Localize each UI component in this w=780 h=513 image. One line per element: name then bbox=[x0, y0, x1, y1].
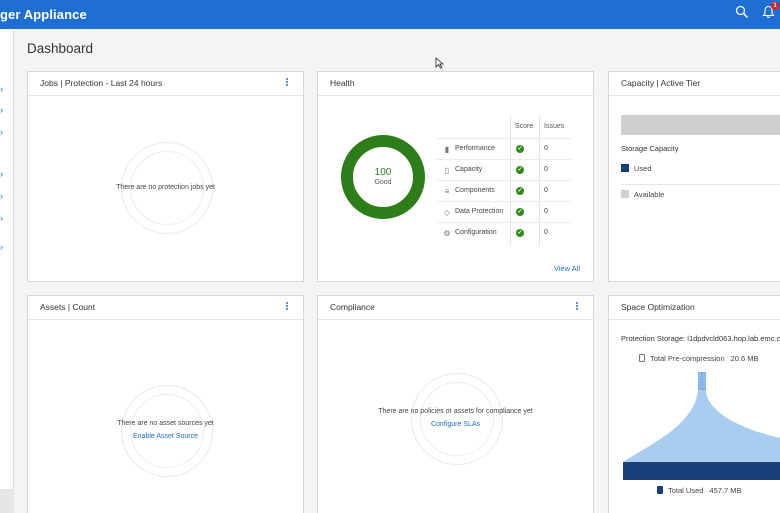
capacity-bar bbox=[621, 115, 780, 135]
compliance-card: Compliance There are no policies or asse… bbox=[317, 295, 594, 513]
card-title: Compliance bbox=[330, 302, 375, 312]
protection-storage-label: Protection Storage: l1dpdvcld063.hop.lab… bbox=[621, 334, 780, 343]
legend-swatch bbox=[621, 164, 629, 172]
shield-icon: ◇ bbox=[443, 208, 451, 217]
sidebar: › › › › › › › bbox=[0, 29, 14, 513]
score-column-header: Score bbox=[515, 123, 534, 130]
health-card: Health 100 Good Score Issues ▮ Performan… bbox=[317, 71, 594, 282]
kebab-menu-icon[interactable] bbox=[285, 301, 289, 313]
card-header: Health bbox=[318, 72, 593, 96]
card-title: Space Optimization bbox=[621, 302, 695, 312]
health-row-data-protection[interactable]: ◇ Data Protection ✓ 0 bbox=[436, 201, 572, 222]
jobs-card: Jobs | Protection - Last 24 hours There … bbox=[27, 71, 304, 282]
check-circle-icon: ✓ bbox=[516, 229, 524, 237]
issues-column-header: Issues bbox=[544, 123, 565, 130]
health-score-donut: 100 Good bbox=[340, 134, 426, 220]
card-header: Compliance bbox=[318, 296, 593, 320]
legend-available: Available bbox=[621, 190, 664, 199]
empty-state-illustration bbox=[411, 373, 503, 465]
card-header: Assets | Count bbox=[28, 296, 303, 320]
card-header: Space Optimization bbox=[609, 296, 780, 320]
card-title: Jobs | Protection - Last 24 hours bbox=[40, 78, 163, 88]
issues-count: 0 bbox=[544, 208, 548, 215]
health-row-components[interactable]: ≡ Components ✓ 0 bbox=[436, 180, 572, 201]
card-title: Capacity | Active Tier bbox=[621, 78, 701, 88]
chevron-right-icon[interactable]: › bbox=[0, 242, 3, 252]
health-score-value: 100 bbox=[374, 167, 392, 178]
list-icon: ≡ bbox=[444, 187, 450, 196]
health-row-performance[interactable]: ▮ Performance ✓ 0 bbox=[436, 138, 572, 159]
chevron-right-icon[interactable]: › bbox=[0, 191, 3, 201]
chevron-right-icon[interactable]: › bbox=[0, 105, 3, 115]
bell-icon[interactable]: 1 bbox=[762, 2, 780, 23]
card-header: Capacity | Active Tier bbox=[609, 72, 780, 96]
legend-used: Used bbox=[621, 164, 652, 173]
card-title: Health bbox=[330, 78, 355, 88]
check-circle-icon: ✓ bbox=[516, 145, 524, 153]
card-title: Assets | Count bbox=[40, 302, 96, 312]
total-pre-compression: Total Pre-compression 20.6 MB bbox=[639, 354, 759, 363]
chevron-right-icon[interactable]: › bbox=[0, 213, 3, 223]
configure-slas-link[interactable]: Configure SLAs bbox=[318, 421, 593, 428]
chevron-right-icon[interactable]: › bbox=[0, 169, 3, 179]
enable-asset-source-link[interactable]: Enable Asset Source bbox=[28, 433, 303, 440]
legend-swatch bbox=[621, 190, 629, 198]
bar-chart-icon: ▮ bbox=[444, 145, 450, 154]
health-row-label: Capacity bbox=[455, 166, 483, 173]
legend-label: Used bbox=[634, 164, 652, 173]
health-row-capacity[interactable]: ▯ Capacity ✓ 0 bbox=[436, 159, 572, 180]
health-row-configuration[interactable]: ⚙ Configuration ✓ 0 bbox=[436, 222, 572, 243]
gear-icon: ⚙ bbox=[443, 229, 451, 238]
pre-compression-label: Total Pre-compression bbox=[650, 354, 725, 363]
health-row-label: Data Protection bbox=[455, 208, 504, 215]
legend-label: Available bbox=[634, 190, 665, 199]
sidebar-footer bbox=[0, 489, 14, 513]
mouse-cursor-icon bbox=[435, 57, 444, 69]
health-row-label: Configuration bbox=[455, 229, 497, 236]
cylinder-icon bbox=[657, 486, 663, 494]
app-title: ger Appliance bbox=[0, 7, 87, 22]
notification-badge: 1 bbox=[771, 2, 779, 10]
kebab-menu-icon[interactable] bbox=[285, 77, 289, 89]
pre-compression-value: 20.6 MB bbox=[730, 354, 759, 363]
total-used-label: Total Used bbox=[668, 486, 704, 495]
assets-card: Assets | Count There are no asset source… bbox=[27, 295, 304, 513]
chevron-right-icon[interactable]: › bbox=[0, 84, 3, 94]
issues-count: 0 bbox=[544, 187, 548, 194]
capacity-card: Capacity | Active Tier Storage Capacity … bbox=[608, 71, 780, 282]
health-row-label: Performance bbox=[455, 145, 496, 152]
compression-funnel-graphic bbox=[623, 372, 780, 480]
issues-count: 0 bbox=[544, 166, 548, 173]
total-used: Total Used 457.7 MB bbox=[657, 486, 742, 495]
cylinder-icon bbox=[639, 354, 645, 362]
view-all-link[interactable]: View All bbox=[554, 264, 580, 273]
cylinder-icon: ▯ bbox=[444, 166, 450, 175]
storage-capacity-label: Storage Capacity bbox=[621, 144, 679, 153]
top-bar: ger Appliance 1 bbox=[0, 0, 780, 29]
issues-count: 0 bbox=[544, 145, 548, 152]
check-circle-icon: ✓ bbox=[516, 187, 524, 195]
chevron-right-icon[interactable]: › bbox=[0, 127, 3, 137]
check-circle-icon: ✓ bbox=[516, 166, 524, 174]
kebab-menu-icon[interactable] bbox=[575, 301, 579, 313]
health-row-label: Components bbox=[455, 187, 495, 194]
search-icon[interactable] bbox=[735, 5, 753, 23]
empty-state-text: There are no asset sources yet bbox=[117, 420, 214, 427]
empty-state-text: There are no policies or assets for comp… bbox=[378, 408, 533, 415]
space-optimization-card: Space Optimization Protection Storage: l… bbox=[608, 295, 780, 513]
empty-state-illustration bbox=[121, 385, 213, 477]
issues-count: 0 bbox=[544, 229, 548, 236]
empty-state-text: There are no protection jobs yet bbox=[116, 184, 215, 191]
card-header: Jobs | Protection - Last 24 hours bbox=[28, 72, 303, 96]
check-circle-icon: ✓ bbox=[516, 208, 524, 216]
page-title: Dashboard bbox=[27, 41, 94, 56]
total-used-value: 457.7 MB bbox=[709, 486, 742, 495]
health-status-label: Good bbox=[374, 179, 392, 186]
